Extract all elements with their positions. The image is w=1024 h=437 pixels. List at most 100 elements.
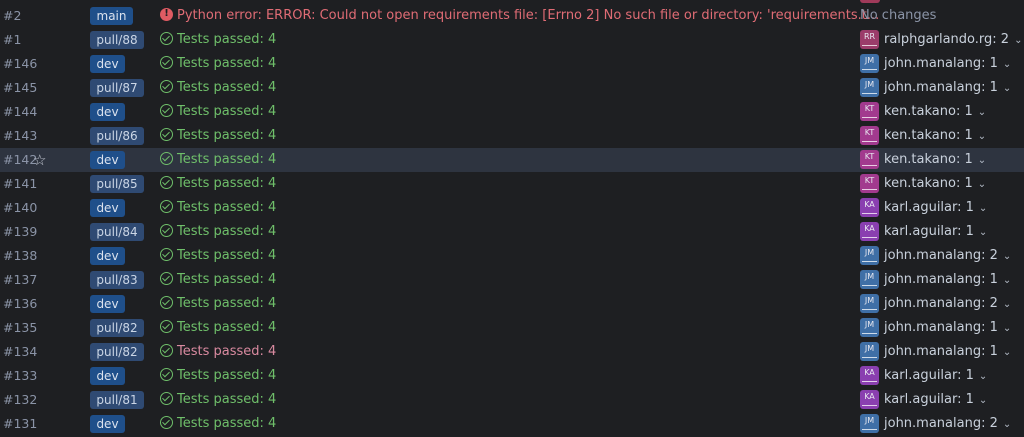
branch-badge[interactable]: pull/85 [90,175,144,193]
build-number[interactable]: #143 [3,124,37,148]
build-status[interactable]: Tests passed: 4 [160,196,276,220]
build-status[interactable]: Tests passed: 4 [160,76,276,100]
branch-badge[interactable]: pull/82 [90,343,144,361]
build-row[interactable]: #135 pull/82 Tests passed: 4 JM john.manalan… [0,316,1024,340]
branch-badge[interactable]: dev [90,55,125,73]
chevron-down-icon[interactable]: ⌄ [979,197,987,221]
build-row[interactable]: #140 dev Tests passed: 4 KA karl.aguilar: 1 ⌄ [0,196,1024,220]
build-status[interactable]: Tests passed: 4 [160,340,276,364]
build-number[interactable]: #139 [3,220,37,244]
chevron-down-icon[interactable]: ⌄ [979,389,987,413]
build-number[interactable]: #134 [3,340,37,364]
changes-dropdown[interactable]: RR ralphgarlando.rg: 2 ⌄ [860,28,1022,53]
build-status[interactable]: Tests passed: 4 [160,100,276,124]
chevron-down-icon[interactable]: ⌄ [978,173,986,197]
star-icon[interactable]: ☆ [33,148,46,172]
build-row[interactable]: #131 dev Tests passed: 4 JM john.manalang: 2… [0,412,1024,436]
changes-dropdown[interactable]: KT ken.takano: 1 ⌄ [860,172,986,197]
build-row[interactable]: #141 pull/85 Tests passed: 4 KT ken.takano: … [0,172,1024,196]
chevron-down-icon[interactable]: ⌄ [1003,413,1011,437]
build-status[interactable]: Python error: ERROR: Could not open requ… [160,4,879,28]
build-number[interactable]: #140 [3,196,37,220]
build-row[interactable]: #142 ☆ dev Tests passed: 4 KT ken.takano: 1 ⌄ [0,148,1024,172]
chevron-down-icon[interactable]: ⌄ [1003,341,1011,365]
build-row[interactable]: #132 pull/81 Tests passed: 4 KA karl.aguilar… [0,388,1024,412]
branch-badge[interactable]: main [90,7,133,25]
chevron-down-icon[interactable]: ⌄ [1003,293,1011,317]
branch-badge[interactable]: dev [90,247,125,265]
build-status[interactable]: Tests passed: 4 [160,28,276,52]
chevron-down-icon[interactable]: ⌄ [978,101,986,125]
changes-dropdown[interactable]: KT ken.takano: 1 ⌄ [860,148,986,173]
build-status[interactable]: Tests passed: 4 [160,364,276,388]
chevron-down-icon[interactable]: ⌄ [1003,245,1011,269]
chevron-down-icon[interactable]: ⌄ [979,365,987,389]
branch-badge[interactable]: dev [90,103,125,121]
build-row[interactable]: #2 main Python error: ERROR: Could not ope… [0,4,1024,28]
branch-badge[interactable]: pull/86 [90,127,144,145]
changes-dropdown[interactable]: JM john.manalang: 1 ⌄ [860,52,1011,77]
build-status[interactable]: Tests passed: 4 [160,412,276,436]
branch-badge[interactable]: pull/88 [90,31,144,49]
branch-badge[interactable]: pull/84 [90,223,144,241]
build-number[interactable]: #137 [3,268,37,292]
branch-badge[interactable]: dev [90,151,125,169]
changes-dropdown[interactable]: JM john.manalang: 2 ⌄ [860,412,1011,437]
changes-dropdown[interactable]: JM john.manalang: 2 ⌄ [860,292,1011,317]
build-number[interactable]: #144 [3,100,37,124]
build-status[interactable]: Tests passed: 4 [160,148,276,172]
build-row[interactable]: #136 dev Tests passed: 4 JM john.manalang: 2… [0,292,1024,316]
chevron-down-icon[interactable]: ⌄ [978,149,986,173]
branch-badge[interactable]: pull/81 [90,391,144,409]
build-row[interactable]: #1 pull/88 Tests passed: 4 RR ralphgarlando.… [0,28,1024,52]
build-number[interactable]: #146 [3,52,37,76]
build-number[interactable]: #131 [3,412,37,436]
build-row[interactable]: #143 pull/86 Tests passed: 4 KT ken.takano: … [0,124,1024,148]
changes-dropdown[interactable]: JM john.manalang: 1 ⌄ [860,76,1011,101]
build-row[interactable]: #146 dev Tests passed: 4 JM john.manalang: 1… [0,52,1024,76]
build-status[interactable]: Tests passed: 4 [160,172,276,196]
changes-dropdown[interactable]: KT ken.takano: 1 ⌄ [860,100,986,125]
build-row[interactable]: #134 pull/82 Tests passed: 4 JM john.manalan… [0,340,1024,364]
branch-badge[interactable]: dev [90,415,125,433]
build-status[interactable]: Tests passed: 4 [160,244,276,268]
build-number[interactable]: #133 [3,364,37,388]
branch-badge[interactable]: dev [90,367,125,385]
chevron-down-icon[interactable]: ⌄ [1014,29,1022,53]
build-status[interactable]: Tests passed: 4 [160,292,276,316]
changes-dropdown[interactable]: JM john.manalang: 1 ⌄ [860,268,1011,293]
build-row[interactable]: #139 pull/84 Tests passed: 4 KA karl.aguilar… [0,220,1024,244]
chevron-down-icon[interactable]: ⌄ [978,125,986,149]
changes-dropdown[interactable]: JM john.manalang: 1 ⌄ [860,340,1011,365]
build-number[interactable]: #135 [3,316,37,340]
build-number[interactable]: #2 [3,4,21,28]
branch-badge[interactable]: dev [90,295,125,313]
chevron-down-icon[interactable]: ⌄ [1003,317,1011,341]
branch-badge[interactable]: pull/83 [90,271,144,289]
branch-badge[interactable]: pull/82 [90,319,144,337]
chevron-down-icon[interactable]: ⌄ [979,221,987,245]
changes-dropdown[interactable]: KT ken.takano: 1 ⌄ [860,124,986,149]
changes-dropdown[interactable]: KA karl.aguilar: 1 ⌄ [860,220,987,245]
build-status[interactable]: Tests passed: 4 [160,124,276,148]
changes-dropdown[interactable]: KA karl.aguilar: 1 ⌄ [860,388,987,413]
changes-dropdown[interactable]: KA karl.aguilar: 1 ⌄ [860,364,987,389]
changes-dropdown[interactable]: KA karl.aguilar: 1 ⌄ [860,196,987,221]
build-status[interactable]: Tests passed: 4 [160,220,276,244]
build-number[interactable]: #145 [3,76,37,100]
changes-dropdown[interactable]: JM john.manalang: 2 ⌄ [860,244,1011,269]
branch-badge[interactable]: dev [90,199,125,217]
changes-dropdown[interactable]: JM john.manalang: 1 ⌄ [860,316,1011,341]
chevron-down-icon[interactable]: ⌄ [1003,77,1011,101]
build-row[interactable]: #145 pull/87 Tests passed: 4 JM john.manalan… [0,76,1024,100]
build-row[interactable]: #138 dev Tests passed: 4 JM john.manalang: 2… [0,244,1024,268]
build-row[interactable]: #133 dev Tests passed: 4 KA karl.aguilar: 1 ⌄ [0,364,1024,388]
build-status[interactable]: Tests passed: 4 [160,268,276,292]
chevron-down-icon[interactable]: ⌄ [1003,53,1011,77]
build-status[interactable]: Tests passed: 4 [160,388,276,412]
build-number[interactable]: #132 [3,388,37,412]
chevron-down-icon[interactable]: ⌄ [1003,269,1011,293]
build-number[interactable]: #141 [3,172,37,196]
build-number[interactable]: #1 [3,28,21,52]
build-number[interactable]: #136 [3,292,37,316]
